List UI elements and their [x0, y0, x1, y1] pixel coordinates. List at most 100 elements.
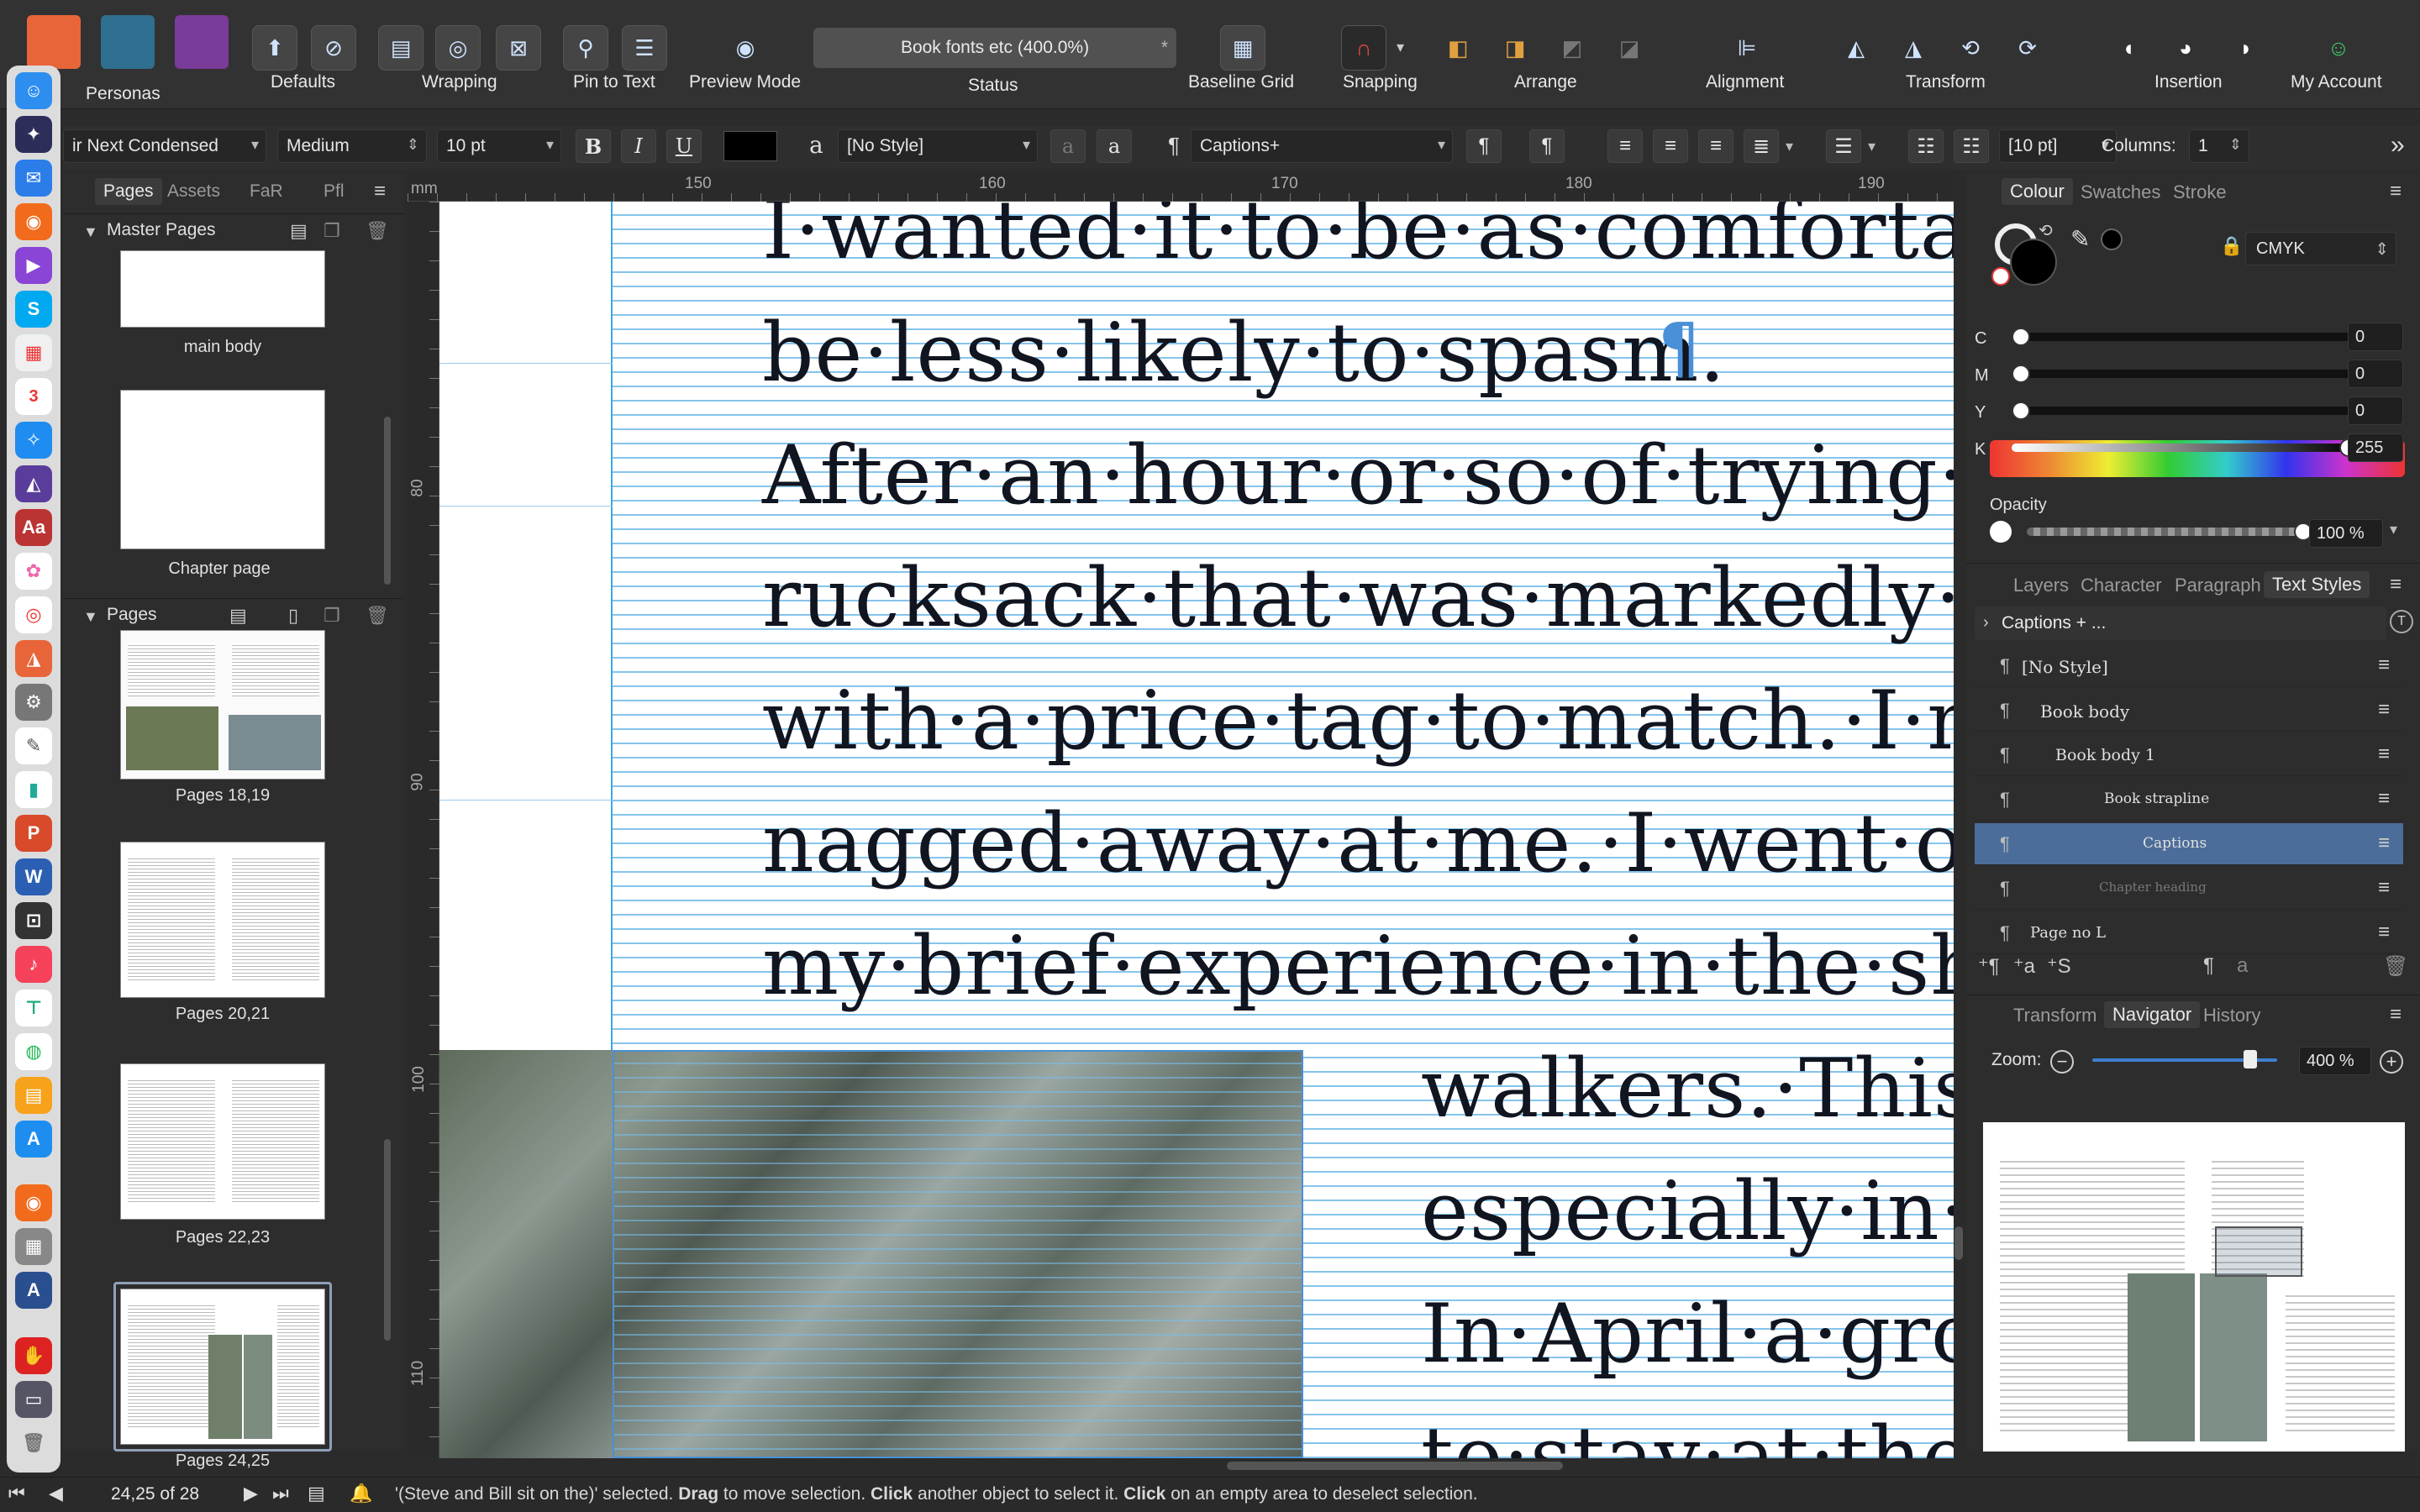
add-page-icon[interactable]: ▯: [288, 605, 298, 627]
delete-page-icon[interactable]: 🗑: [366, 605, 389, 627]
screenshot-icon[interactable]: ⊡: [15, 902, 52, 939]
tab-history[interactable]: History: [2203, 1005, 2260, 1026]
rotate-left-icon[interactable]: ⟲: [1948, 25, 1993, 71]
text-style-row[interactable]: ¶ Book body ≡: [1975, 690, 2403, 732]
launchpad-icon[interactable]: ✦: [15, 116, 52, 153]
add-master-icon[interactable]: ❐: [324, 220, 340, 242]
numbers-icon[interactable]: ▮: [15, 771, 52, 808]
master-scrollbar[interactable]: [384, 417, 391, 585]
clear-para-style-button[interactable]: ¶: [1466, 129, 1502, 163]
channel-slider-knob[interactable]: [2012, 328, 2030, 346]
defaults-style-button[interactable]: ⬆: [252, 25, 297, 71]
arrange-backward-icon[interactable]: ◨: [1492, 25, 1538, 71]
affinity-publisher-icon[interactable]: ◮: [15, 640, 52, 677]
arrange-front-icon[interactable]: ◪: [1607, 25, 1652, 71]
tab-layers[interactable]: Layers: [2013, 575, 2069, 596]
style-group-row[interactable]: › Captions + ...: [1975, 606, 2386, 640]
font-size-field[interactable]: 10 pt ▾: [437, 129, 561, 163]
previous-page-icon[interactable]: ◀: [49, 1483, 63, 1504]
add-character-style-icon[interactable]: ⁺a: [2013, 954, 2035, 979]
text-line[interactable]: to·stay·at·the: [1421, 1410, 1954, 1458]
chrome-icon[interactable]: ◎: [15, 596, 52, 633]
snapping-magnet-icon[interactable]: ∩: [1341, 25, 1386, 71]
font-weight-select[interactable]: Medium ⇕: [277, 129, 427, 163]
page-thumb-20-21[interactable]: [120, 842, 325, 998]
tab-navigator[interactable]: Navigator: [2104, 1001, 2201, 1028]
overflow-chevron-icon[interactable]: »: [2391, 131, 2405, 160]
affinity-designer-icon[interactable]: ◭: [15, 465, 52, 502]
bullet-list-icon[interactable]: ☷: [1908, 129, 1944, 163]
paragraph-style-select[interactable]: Captions+ ▾: [1191, 129, 1453, 163]
insert-after-icon[interactable]: ◗: [2223, 25, 2269, 71]
firefox-2-icon[interactable]: ◉: [15, 1184, 52, 1221]
zoom-value-field[interactable]: 400 %: [2299, 1047, 2371, 1075]
text-style-row[interactable]: ¶ Book strapline ≡: [1975, 779, 2403, 821]
document-page[interactable]: I·wanted·it·to·be·as·comfortab be·less·l…: [439, 202, 1954, 1458]
vertical-ruler[interactable]: 80 90 100 110: [408, 202, 439, 1458]
insert-before-icon[interactable]: ◖: [2106, 25, 2151, 71]
tab-transform[interactable]: Transform: [2013, 1005, 2096, 1026]
snapping-dropdown-icon[interactable]: ▾: [1397, 39, 1404, 56]
rotate-right-icon[interactable]: ⟳: [2005, 25, 2050, 71]
channel-slider[interactable]: [2012, 444, 2358, 452]
navigator-preview[interactable]: [1983, 1122, 2405, 1452]
music-icon[interactable]: ♪: [15, 946, 52, 983]
finder-icon[interactable]: ☺: [15, 72, 52, 109]
color-picker-icon[interactable]: ✎: [2070, 225, 2090, 253]
wrap-none-button[interactable]: ⊠: [496, 25, 541, 71]
navigator-viewport-rect[interactable]: [2215, 1226, 2302, 1277]
arrange-forward-icon[interactable]: ◩: [1549, 25, 1595, 71]
channel-value-field[interactable]: 0: [2348, 360, 2403, 388]
clear-char-style-button[interactable]: a: [1050, 129, 1086, 163]
zoom-slider-knob[interactable]: [2243, 1050, 2257, 1068]
panel-menu-icon[interactable]: ≡: [374, 180, 386, 203]
vertical-align-icon[interactable]: ☰: [1826, 129, 1861, 163]
style-menu-icon[interactable]: ≡: [2378, 698, 2390, 722]
pin-icon[interactable]: ⚲: [563, 25, 608, 71]
page-thumb-18-19[interactable]: [120, 630, 325, 780]
first-page-icon[interactable]: ⏮: [8, 1483, 25, 1504]
opacity-value-field[interactable]: 100 %: [2309, 519, 2383, 548]
channel-slider[interactable]: [2012, 333, 2358, 341]
downloads-icon[interactable]: ▭: [15, 1381, 52, 1418]
master-options-icon[interactable]: ▤: [290, 220, 308, 242]
spread-view-icon[interactable]: ▤: [308, 1483, 325, 1504]
character-style-select[interactable]: [No Style] ▾: [838, 129, 1038, 163]
style-menu-icon[interactable]: ≡: [2378, 654, 2390, 677]
canvas-vertical-scrollbar[interactable]: [1954, 1226, 1963, 1260]
skype-icon[interactable]: S: [15, 291, 52, 328]
wrap-square-button[interactable]: ▤: [378, 25, 424, 71]
tab-swatches[interactable]: Swatches: [2081, 181, 2160, 203]
zoom-in-icon[interactable]: +: [2380, 1050, 2403, 1074]
align-center-icon[interactable]: ≡: [1653, 129, 1688, 163]
text-line[interactable]: especially·in·m: [1421, 1164, 1954, 1258]
font-book-icon[interactable]: A: [15, 1272, 52, 1309]
channel-value-field[interactable]: 0: [2348, 323, 2403, 351]
text-style-row[interactable]: ¶ Captions ≡: [1975, 823, 2403, 865]
underline-button[interactable]: U: [666, 129, 702, 163]
spacing-field[interactable]: [10 pt] ▾: [1999, 129, 2117, 163]
clear-style-icon[interactable]: a: [2237, 954, 2248, 978]
publisher-persona-icon[interactable]: [27, 15, 81, 69]
word-icon[interactable]: W: [15, 858, 52, 895]
chevron-down-icon[interactable]: ▾: [1868, 138, 1876, 155]
app-store-icon[interactable]: A: [15, 1121, 52, 1158]
document-status-field[interactable]: Book fonts etc (400.0%) *: [813, 28, 1176, 68]
master-thumb-main-body[interactable]: [120, 250, 325, 328]
insert-inside-icon[interactable]: ◕: [2163, 25, 2208, 71]
chevron-down-icon[interactable]: ▾: [2390, 521, 2397, 538]
color-model-select[interactable]: CMYK ⇕: [2245, 232, 2396, 265]
style-menu-icon[interactable]: ≡: [2378, 743, 2390, 766]
master-thumb-chapter-page[interactable]: [120, 390, 325, 549]
panel-menu-icon[interactable]: ≡: [2390, 180, 2402, 203]
powerpoint-icon[interactable]: P: [15, 815, 52, 852]
text-style-row[interactable]: ¶ Book body 1 ≡: [1975, 734, 2403, 776]
preview-app-icon[interactable]: ▦: [15, 1228, 52, 1265]
account-user-icon[interactable]: ☺: [2316, 25, 2361, 71]
chevron-down-icon[interactable]: ▾: [1786, 138, 1793, 155]
add-paragraph-style-icon[interactable]: ⁺¶: [1978, 954, 2000, 979]
tab-paragraph[interactable]: Paragraph: [2175, 575, 2261, 596]
alignment-icon[interactable]: ⊫: [1724, 25, 1770, 71]
page-thumb-24-25[interactable]: [120, 1289, 325, 1445]
opacity-slider[interactable]: [2027, 528, 2312, 536]
